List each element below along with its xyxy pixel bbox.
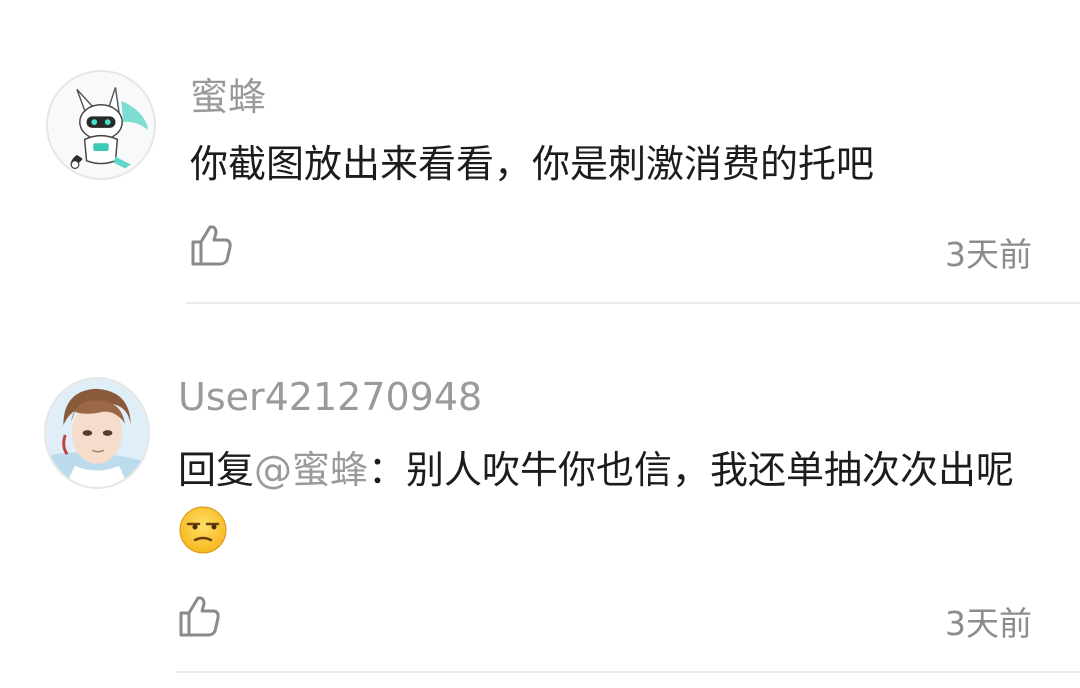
comment-item: User421270948 回复@蜜蜂：别人吹牛你也信，我还单抽次次出呢 3天前 [0, 305, 1080, 688]
comment-item: 蜜蜂 你截图放出来看看，你是刺激消费的托吧 3天前 [0, 0, 1080, 305]
comment-time: 3天前 [945, 235, 1032, 274]
unamused-face-icon [179, 506, 227, 554]
username[interactable]: 蜜蜂 [190, 66, 266, 121]
comment-time: 3天前 [945, 604, 1032, 643]
comment-text: 你截图放出来看看，你是刺激消费的托吧 [190, 133, 874, 195]
anime-boy-icon [46, 379, 148, 487]
divider [176, 671, 1080, 673]
reply-prefix: 回复 [178, 448, 255, 492]
comment-body: 你截图放出来看看，你是刺激消费的托吧 [190, 142, 875, 186]
mention-link[interactable]: @蜜蜂 [254, 448, 368, 492]
thumbs-up-icon[interactable] [188, 222, 234, 268]
username[interactable]: User421270948 [178, 375, 482, 419]
divider [186, 302, 1080, 304]
robot-character-icon [48, 72, 154, 178]
avatar[interactable] [44, 377, 150, 489]
comment-text: 回复@蜜蜂：别人吹牛你也信，我还单抽次次出呢 [178, 439, 1028, 563]
avatar[interactable] [46, 70, 156, 180]
thumbs-up-icon[interactable] [176, 593, 222, 639]
comment-body: ：别人吹牛你也信，我还单抽次次出呢 [368, 448, 1015, 492]
